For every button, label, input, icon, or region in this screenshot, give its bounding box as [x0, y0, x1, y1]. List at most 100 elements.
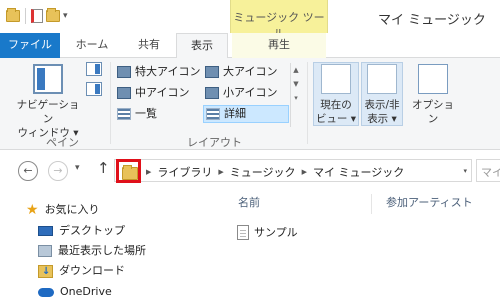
layout-item-label: 一覧: [135, 107, 157, 120]
tab-share[interactable]: 共有: [124, 33, 174, 58]
options-button[interactable]: オプション: [408, 62, 458, 126]
address-bar[interactable]: ▶ ライブラリ ▶ ミュージック ▶ マイ ミュージック ▾: [114, 159, 472, 183]
file-list: 名前 参加アーティスト サンプル: [220, 192, 500, 300]
list-item[interactable]: サンプル: [237, 223, 499, 241]
desktop-icon: [38, 226, 53, 236]
up-button[interactable]: ↑: [97, 159, 110, 177]
small-pane-buttons: [86, 62, 104, 102]
layout-item-label: 特大アイコン: [135, 65, 201, 78]
current-view-button[interactable]: 現在の ビュー ▾: [314, 62, 358, 126]
large-icons-icon: [205, 66, 219, 78]
recent-locations-icon[interactable]: ▾: [75, 163, 80, 173]
group-divider: [307, 62, 308, 144]
breadcrumb-item[interactable]: マイ ミュージック: [313, 164, 404, 180]
qat-dropdown-icon[interactable]: ▾: [63, 11, 68, 21]
list-icon: [117, 108, 131, 120]
show-hide-icon: [367, 64, 397, 94]
column-header-contributing-artists[interactable]: 参加アーティスト: [386, 192, 473, 216]
address-dropdown-icon[interactable]: ▾: [463, 167, 467, 175]
column-header-name[interactable]: 名前: [238, 192, 260, 216]
medium-icons-icon: [117, 87, 131, 99]
navigation-pane-icon: [33, 64, 63, 94]
layout-extra-large-icons[interactable]: 特大アイコン: [115, 63, 201, 81]
context-tab-group: ミュージック ツール: [230, 0, 328, 40]
nav-item-label: 最近表示した場所: [58, 244, 146, 257]
breadcrumb: ▶ ライブラリ ▶ ミュージック ▶ マイ ミュージック: [146, 164, 404, 180]
nav-item-label: OneDrive: [60, 285, 112, 298]
nav-item-onedrive[interactable]: OneDrive: [38, 282, 112, 302]
nav-item-desktop[interactable]: デスクトップ: [38, 221, 125, 241]
downloads-icon: [38, 262, 53, 282]
column-divider[interactable]: [371, 194, 372, 214]
search-input[interactable]: マイミ: [476, 159, 500, 182]
folder-icon: [6, 8, 20, 22]
extra-large-icons-icon: [117, 66, 131, 78]
details-pane-icon[interactable]: [86, 82, 102, 96]
layout-item-label: 詳細: [224, 107, 246, 120]
address-row: ← → ▾ ↑ ▶ ライブラリ ▶ ミュージック ▶ マイ ミュージック ▾ マ…: [0, 150, 500, 192]
tab-view[interactable]: 表示: [176, 33, 228, 59]
navigation-pane-button[interactable]: ナビゲーション ウィンドウ ▾: [12, 62, 84, 140]
current-view-label-2: ビュー ▾: [315, 113, 357, 125]
scroll-up-icon[interactable]: ▲: [291, 63, 301, 77]
layout-item-label: 中アイコン: [135, 86, 190, 99]
separator: [25, 8, 26, 24]
library-folder-icon: [122, 165, 138, 180]
panes-group-label: ペイン: [46, 136, 79, 149]
window-title: マイ ミュージック: [378, 13, 486, 28]
ribbon-tab-row: ファイル ホーム 共有 表示 再生: [0, 33, 500, 59]
current-view-label-1: 現在の: [320, 99, 352, 111]
breadcrumb-separator-icon[interactable]: ▶: [218, 168, 223, 176]
forward-button[interactable]: →: [48, 161, 68, 181]
tab-file[interactable]: ファイル: [0, 33, 60, 58]
tab-home[interactable]: ホーム: [62, 33, 122, 58]
scroll-down-icon[interactable]: ▼: [291, 77, 301, 91]
onedrive-cloud-icon: [38, 287, 54, 297]
layout-small-icons[interactable]: 小アイコン: [203, 84, 289, 102]
breadcrumb-separator-icon[interactable]: ▶: [302, 168, 307, 176]
gallery-expand-icon[interactable]: ▾: [291, 91, 301, 105]
nav-item-label: お気に入り: [44, 203, 100, 216]
options-label: オプション: [412, 99, 454, 125]
layout-item-label: 小アイコン: [223, 86, 278, 99]
details-icon: [206, 108, 220, 120]
breadcrumb-separator-icon[interactable]: ▶: [146, 168, 151, 176]
layout-list[interactable]: 一覧: [115, 105, 201, 123]
options-icon: [418, 64, 448, 94]
quick-access-toolbar: ▾: [6, 8, 68, 24]
title-bar: ▾ ミュージック ツール マイ ミュージック: [0, 0, 500, 40]
properties-icon[interactable]: [31, 9, 43, 23]
show-hide-label-1: 表示/非: [364, 99, 400, 111]
new-folder-icon[interactable]: [46, 8, 60, 22]
layout-large-icons[interactable]: 大アイコン: [203, 63, 289, 81]
layout-item-label: 大アイコン: [223, 65, 278, 78]
highlighted-folder-icon-box[interactable]: [116, 159, 141, 183]
recent-places-icon: [38, 245, 52, 257]
nav-item-downloads[interactable]: ダウンロード: [38, 261, 125, 282]
nav-item-favorites[interactable]: ★ お気に入り: [26, 200, 100, 220]
nav-item-recent-places[interactable]: 最近表示した場所: [38, 241, 146, 261]
layout-gallery-scroll[interactable]: ▲ ▼ ▾: [290, 63, 301, 127]
back-button[interactable]: ←: [18, 161, 38, 181]
file-name: サンプル: [254, 226, 298, 239]
layout-group-label: レイアウト: [187, 136, 242, 149]
nav-item-label: ダウンロード: [59, 264, 125, 277]
ribbon: ナビゲーション ウィンドウ ▾ ペイン 特大アイコン 大アイコン 中アイコン 小…: [0, 58, 500, 150]
star-icon: ★: [26, 202, 39, 218]
layout-gallery: 特大アイコン 大アイコン 中アイコン 小アイコン 一覧 詳細: [115, 63, 301, 127]
layout-medium-icons[interactable]: 中アイコン: [115, 84, 201, 102]
breadcrumb-item[interactable]: ミュージック: [230, 164, 296, 180]
navigation-pane-label-1: ナビゲーション: [16, 99, 80, 125]
show-hide-button[interactable]: 表示/非 表示 ▾: [360, 62, 404, 126]
breadcrumb-item[interactable]: ライブラリ: [157, 164, 212, 180]
tab-play[interactable]: 再生: [232, 33, 326, 58]
small-icons-icon: [205, 87, 219, 99]
show-hide-label-2: 表示 ▾: [367, 113, 397, 125]
file-icon: [237, 224, 249, 240]
current-view-icon: [321, 64, 351, 94]
layout-details[interactable]: 詳細: [203, 105, 289, 123]
group-divider: [110, 62, 111, 144]
nav-item-label: デスクトップ: [59, 224, 125, 237]
preview-pane-icon[interactable]: [86, 62, 102, 76]
navigation-pane: ★ お気に入り デスクトップ 最近表示した場所 ダウンロード OneDrive: [0, 192, 220, 300]
